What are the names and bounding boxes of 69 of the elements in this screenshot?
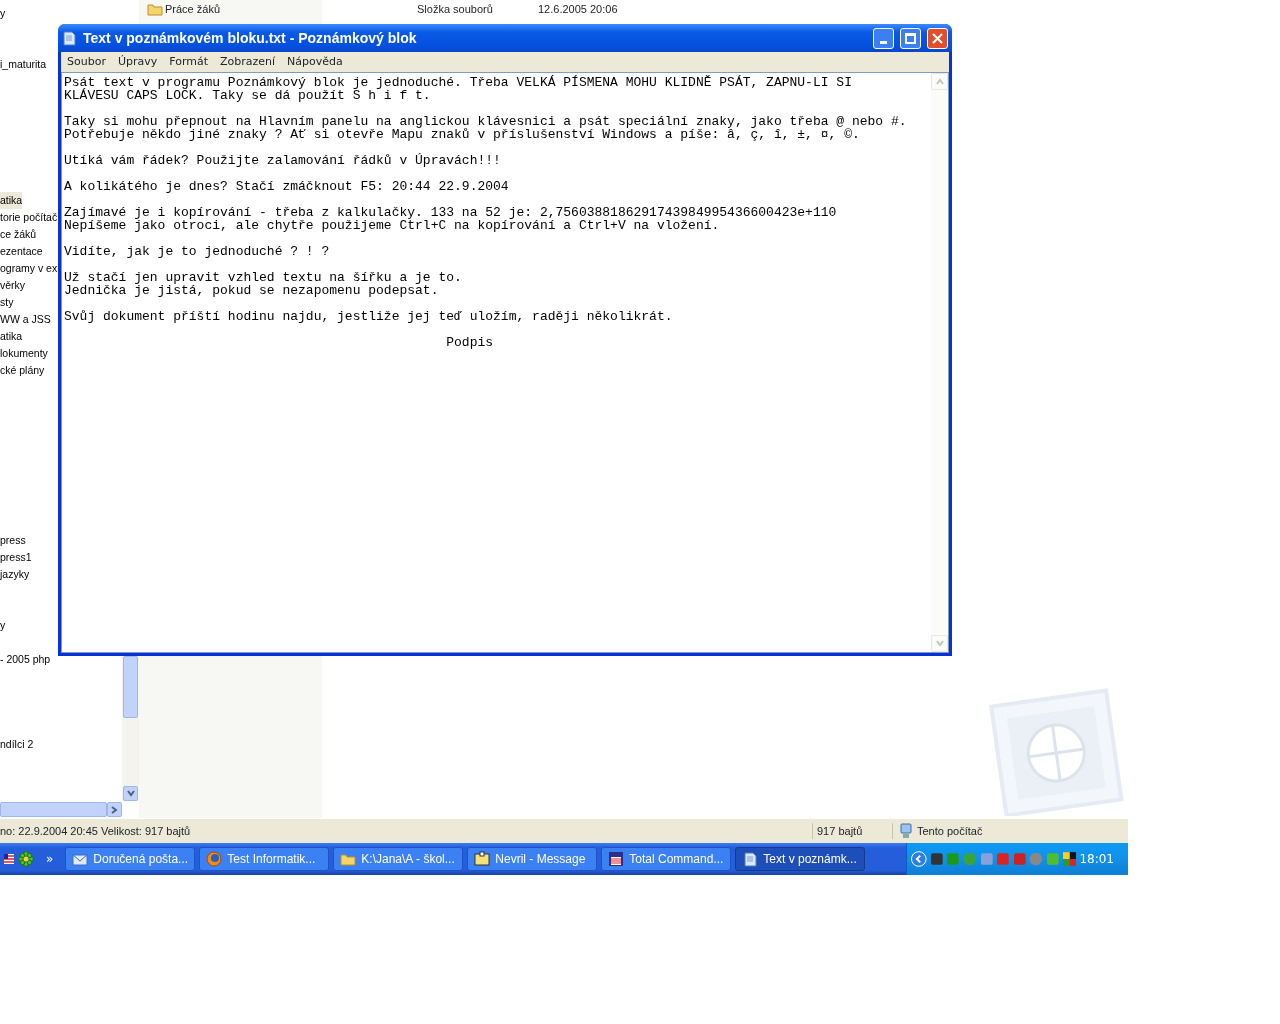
vertical-scrollbar[interactable] [122,655,139,801]
text-paragraph: Taky si mohu přepnout na Hlavním panelu na anglickou klávesnici a psát speciální znaky, jako třeba @ nebo #. Potřebuje někdo jiné znaky ? Ať si otevře Mapu znaků v příslušenství Windows a píše: â, ç, î, ±, ¤, ©. [64,115,907,141]
flag-icon[interactable] [4,852,14,866]
minimize-button[interactable] [873,27,894,49]
text-paragraph: Zajímavé je i kopírování - třeba z kalkulačky. 133 na 52 je: 2,7560388186291743984995436600423e+110 Nepíšeme jako otroci, ale chytře použijeme Ctrl+C na kopírování a Ctrl+V na vložení. [64,206,837,232]
file-type: Složka souborů [417,2,493,15]
file-date: 12.6.2005 20:06 [538,1,618,17]
envelope-icon [72,851,89,867]
menu-item[interactable]: Soubor [61,53,112,71]
menu-item[interactable]: Zobrazení [214,53,282,71]
globe-icon [206,851,223,867]
tree-item[interactable]: lokumenty [0,345,48,362]
scrollbar-thumb[interactable] [123,656,138,718]
computer-icon [899,823,913,839]
menu-item[interactable]: Úpravy [111,53,164,71]
close-button[interactable] [927,27,948,49]
taskbar-button[interactable]: K:\Jana\A - škol... [333,847,464,871]
tree-item[interactable]: WW a JSS [0,311,51,328]
taskbar-button[interactable]: Text v poznámk... [735,847,866,871]
maximize-button[interactable] [900,27,921,49]
color-squares-icon[interactable] [1062,852,1077,866]
tree-item[interactable]: press [0,532,26,549]
tree-item[interactable]: torie počítač [0,209,58,226]
taskbar-button[interactable]: Test Informatik... [199,847,330,871]
chevron-button[interactable]: » [46,850,54,868]
notepad-icon [61,30,77,46]
folder-icon [340,852,357,866]
text-paragraph: Utíká vám řádek? Použijte zalamování řádků v Úpravách!!! [64,154,501,167]
circle-icon[interactable] [962,852,977,866]
taskbar-button[interactable]: Doručená pošta... [65,847,196,871]
text-paragraph: Svůj dokument příští hodinu najdu, jestliže jej teď uložím, raději několikrát. [64,310,673,323]
status-location: Tento počítač [917,823,983,839]
file-name[interactable]: Práce žáků [165,0,221,18]
tree-item[interactable]: atika [0,328,23,345]
text-paragraph: Vidíte, jak je to jednoduché ? ! ? [64,245,330,258]
vertical-scrollbar[interactable] [931,73,948,652]
menu-item[interactable]: Nápověda [281,53,349,71]
folder-icon [147,2,163,16]
badge-card-icon [474,851,491,867]
close-icon [932,32,943,44]
text-paragraph: Podpis [445,336,494,349]
tree-item[interactable]: jazyky [0,566,30,583]
maximize-icon [905,32,916,44]
tree-item[interactable]: cké plány [0,362,45,379]
menu-item[interactable]: Formát [163,53,214,71]
tree-item[interactable]: sty [0,294,14,311]
text-paragraph: A kolikátého je dnes? Stačí zmáčknout F5: 20:44 22.9.2004 [64,180,509,193]
clock: 18:01 [1079,851,1114,868]
tree-item[interactable]: y [0,617,6,634]
tree-item[interactable]: ndílci 2 [0,736,34,753]
tree-item[interactable]: věrky [0,277,26,294]
tree-item[interactable]: press1 [0,549,32,566]
tree-item[interactable]: ogramy v ex [0,260,58,277]
text-paragraph: Psát text v programu Poznámkový blok je jednoduché. Třeba VELKÁ PÍSMENA MOHU KLIDNĚ PSÁT, ZAPNU-LI SI KLÁVESU CAPS LOCK. Taky se dá použít S h i f t. [64,76,852,102]
tree-item[interactable]: - 2005 php [0,651,51,668]
status-text: no: 22.9.2004 20:45 Velikost: 917 bajtů [0,824,191,837]
horizontal-scrollbar[interactable] [0,802,122,817]
status-size: 917 bajtů [817,824,863,837]
taskbar-button[interactable]: Total Command... [601,847,732,871]
tree-item[interactable]: ezentace [0,243,43,260]
tree-item[interactable]: y [0,5,6,22]
window-title: Text v poznámkovém bloku.txt - Poznámkový blok [83,28,418,48]
notepad-icon [742,851,759,867]
tree-item[interactable]: atika [0,192,23,209]
tree-item[interactable]: i_maturita [0,56,47,73]
tree-item[interactable]: ce žáků [0,226,37,243]
minimize-icon [880,40,887,44]
text-paragraph: Už stačí jen upravit vzhled textu na šířku a je to. Jednička je jistá, pokud se nezapomenu podepsat. [64,271,462,297]
taskbar-button[interactable]: Nevril - Message [467,847,598,871]
